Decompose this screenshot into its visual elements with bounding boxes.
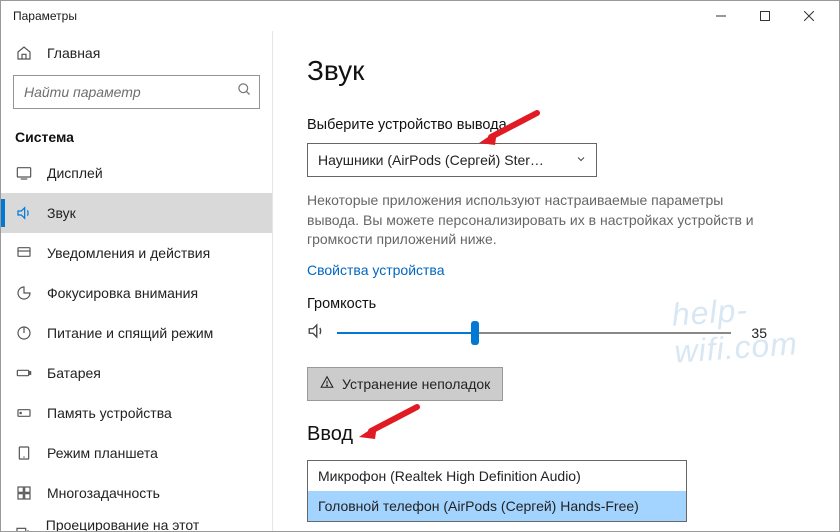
- sidebar-item-label: Батарея: [47, 365, 101, 381]
- sidebar-item-projecting[interactable]: Проецирование на этот компьютер: [1, 513, 272, 531]
- storage-icon: [15, 405, 33, 421]
- minimize-button[interactable]: [699, 1, 743, 31]
- body: Главная Система Дисплей: [1, 31, 839, 531]
- settings-window: Параметры Главная: [0, 0, 840, 532]
- sidebar-item-storage[interactable]: Память устройства: [1, 393, 272, 433]
- sidebar-item-label: Питание и спящий режим: [47, 325, 213, 341]
- page-title: Звук: [307, 55, 805, 87]
- output-description: Некоторые приложения используют настраив…: [307, 191, 767, 250]
- sidebar-item-power[interactable]: Питание и спящий режим: [1, 313, 272, 353]
- sidebar-item-label: Проецирование на этот компьютер: [46, 517, 258, 531]
- close-button[interactable]: [787, 1, 831, 31]
- battery-icon: [15, 365, 33, 381]
- home-label: Главная: [47, 45, 100, 61]
- volume-slider[interactable]: [337, 332, 731, 334]
- slider-fill: [337, 332, 475, 334]
- home-icon: [15, 45, 33, 61]
- content: help-wifi.com Звук Выберите устройство в…: [273, 31, 839, 531]
- tablet-icon: [15, 445, 33, 461]
- display-icon: [15, 165, 33, 181]
- nav: Дисплей Звук Уведомления и действия: [1, 153, 272, 531]
- input-option[interactable]: Микрофон (Realtek High Definition Audio): [308, 461, 686, 491]
- troubleshoot-button[interactable]: Устранение неполадок: [307, 367, 503, 401]
- input-title: Ввод: [307, 423, 805, 446]
- sidebar-item-focus[interactable]: Фокусировка внимания: [1, 273, 272, 313]
- troubleshoot-label: Устранение неполадок: [342, 376, 490, 392]
- titlebar: Параметры: [1, 1, 839, 31]
- sidebar-item-battery[interactable]: Батарея: [1, 353, 272, 393]
- sidebar-item-display[interactable]: Дисплей: [1, 153, 272, 193]
- sound-icon: [15, 205, 33, 221]
- window-title: Параметры: [9, 9, 699, 23]
- output-device-dropdown[interactable]: Наушники (AirPods (Сергей) Ster…: [307, 143, 597, 177]
- projecting-icon: [15, 525, 32, 531]
- sidebar-item-multitask[interactable]: Многозадачность: [1, 473, 272, 513]
- volume-value: 35: [743, 325, 767, 341]
- sidebar-item-label: Режим планшета: [47, 445, 158, 461]
- sidebar-item-notifications[interactable]: Уведомления и действия: [1, 233, 272, 273]
- sidebar: Главная Система Дисплей: [1, 31, 273, 531]
- dropdown-value: Наушники (AirPods (Сергей) Ster…: [318, 152, 544, 168]
- sidebar-item-label: Многозадачность: [47, 485, 160, 501]
- home-button[interactable]: Главная: [1, 37, 272, 69]
- input-device-listbox[interactable]: Микрофон (Realtek High Definition Audio)…: [307, 460, 687, 522]
- volume-slider-row: 35: [307, 322, 767, 345]
- input-option-selected[interactable]: Головной телефон (AirPods (Сергей) Hands…: [308, 491, 686, 521]
- search-input[interactable]: [13, 75, 260, 109]
- output-device-label: Выберите устройство вывода: [307, 117, 805, 133]
- notifications-icon: [15, 245, 33, 261]
- sidebar-item-label: Звук: [47, 205, 76, 221]
- speaker-icon: [307, 322, 325, 345]
- sidebar-item-label: Уведомления и действия: [47, 245, 210, 261]
- warning-icon: [320, 375, 334, 392]
- search-icon: [237, 82, 252, 102]
- volume-label: Громкость: [307, 296, 805, 312]
- sidebar-item-label: Фокусировка внимания: [47, 285, 198, 301]
- search-wrap: [1, 69, 272, 117]
- sidebar-item-tablet[interactable]: Режим планшета: [1, 433, 272, 473]
- maximize-button[interactable]: [743, 1, 787, 31]
- device-properties-link[interactable]: Свойства устройства: [307, 262, 445, 278]
- multitask-icon: [15, 485, 33, 501]
- sidebar-item-label: Дисплей: [47, 165, 103, 181]
- chevron-down-icon: [575, 152, 587, 168]
- slider-thumb[interactable]: [471, 321, 479, 345]
- focus-icon: [15, 285, 33, 301]
- section-title: Система: [1, 117, 272, 153]
- power-icon: [15, 325, 33, 341]
- sidebar-item-label: Память устройства: [47, 405, 172, 421]
- sidebar-item-sound[interactable]: Звук: [1, 193, 272, 233]
